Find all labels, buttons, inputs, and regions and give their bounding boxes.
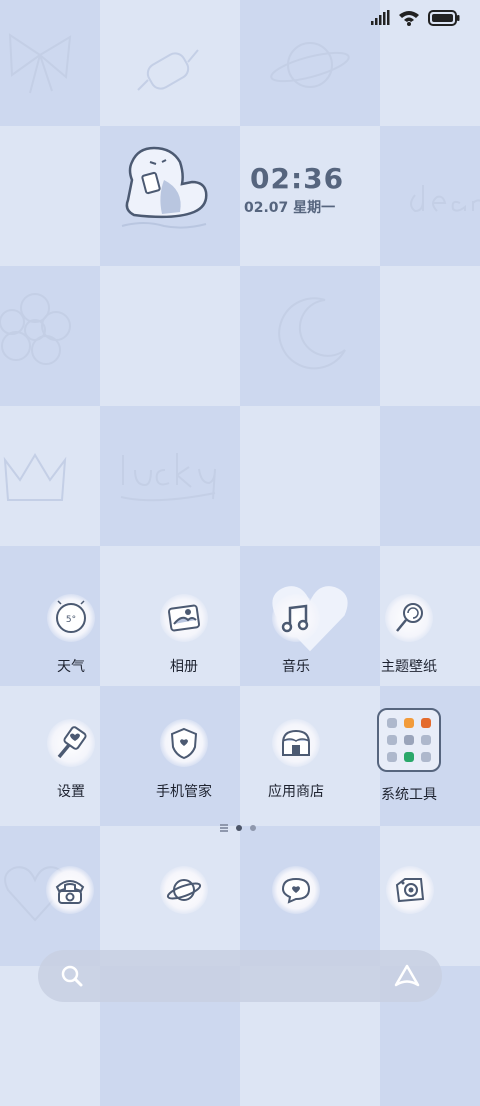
assistant-icon[interactable] (394, 964, 420, 992)
wallpaper-tile (240, 126, 380, 266)
app-label: 主题壁纸 (381, 659, 437, 675)
battery-icon (428, 10, 460, 30)
wallpaper-tile (380, 406, 480, 546)
flower-doodle (0, 293, 71, 365)
folder-icon[interactable] (377, 708, 441, 772)
status-bar (370, 10, 460, 30)
search-icon[interactable] (60, 964, 84, 992)
page-menu-icon[interactable] (220, 827, 228, 829)
mini-app-icon (421, 734, 432, 745)
themes-icon[interactable] (385, 594, 433, 642)
camera-icon[interactable] (386, 866, 434, 914)
app-store[interactable]: 应用商店 (241, 719, 351, 829)
dino-illustration (121, 146, 208, 229)
app-label: 相册 (170, 659, 198, 675)
messages-icon[interactable] (272, 866, 320, 914)
app-security[interactable]: 手机管家 (129, 719, 239, 829)
page-dot-active[interactable] (236, 825, 242, 831)
wallpaper-tile (100, 266, 240, 406)
wallpaper-tile (240, 406, 380, 546)
app-label: 设置 (57, 784, 85, 800)
search-bar[interactable] (38, 950, 442, 1002)
app-label: 音乐 (282, 659, 310, 675)
phone-icon[interactable] (46, 866, 94, 914)
dear-doodle (410, 185, 480, 213)
music-icon[interactable] (272, 594, 320, 642)
crown-doodle (3, 453, 67, 501)
app-label: 应用商店 (268, 784, 324, 800)
app-system-tools-folder[interactable]: 系统工具 (354, 708, 464, 818)
app-store-icon[interactable] (272, 719, 320, 767)
mini-app-icon (386, 717, 397, 728)
wallpaper-tile (0, 126, 100, 266)
weather-temp: 5° (66, 615, 76, 625)
mini-app-icon (421, 752, 432, 763)
mini-app-icon (386, 734, 397, 745)
signal-bars-icon (370, 10, 390, 30)
mini-app-icon (403, 717, 414, 728)
clock-date[interactable]: 02.07 星期一 (244, 197, 335, 217)
clock-time[interactable]: 02:36 (250, 162, 344, 195)
app-label: 手机管家 (156, 784, 212, 800)
page-indicator[interactable] (220, 825, 256, 831)
app-settings[interactable]: 设置 (16, 719, 126, 829)
app-gallery[interactable]: 相册 (129, 594, 239, 704)
mini-app-icon (403, 752, 414, 763)
mini-app-icon (403, 734, 414, 745)
wallpaper-tile (380, 266, 480, 406)
weather-icon[interactable]: 5° (47, 594, 95, 642)
mini-app-icon (386, 752, 397, 763)
wifi-icon (398, 10, 420, 30)
candy-doodle (137, 49, 199, 91)
gallery-icon[interactable] (160, 594, 208, 642)
planet-doodle (270, 42, 350, 88)
mini-app-icon (421, 717, 432, 728)
app-label: 天气 (57, 659, 85, 675)
browser-planet-icon[interactable] (160, 866, 208, 914)
lucky-doodle (120, 453, 216, 502)
bow-doodle (8, 33, 72, 94)
app-weather[interactable]: 5° 天气 (16, 594, 126, 704)
security-icon[interactable] (160, 719, 208, 767)
page-dot[interactable] (250, 825, 256, 831)
app-themes[interactable]: 主题壁纸 (354, 594, 464, 704)
app-music[interactable]: 音乐 (241, 594, 351, 704)
settings-icon[interactable] (47, 719, 95, 767)
moon-doodle (278, 297, 346, 370)
app-label: 系统工具 (381, 787, 437, 803)
